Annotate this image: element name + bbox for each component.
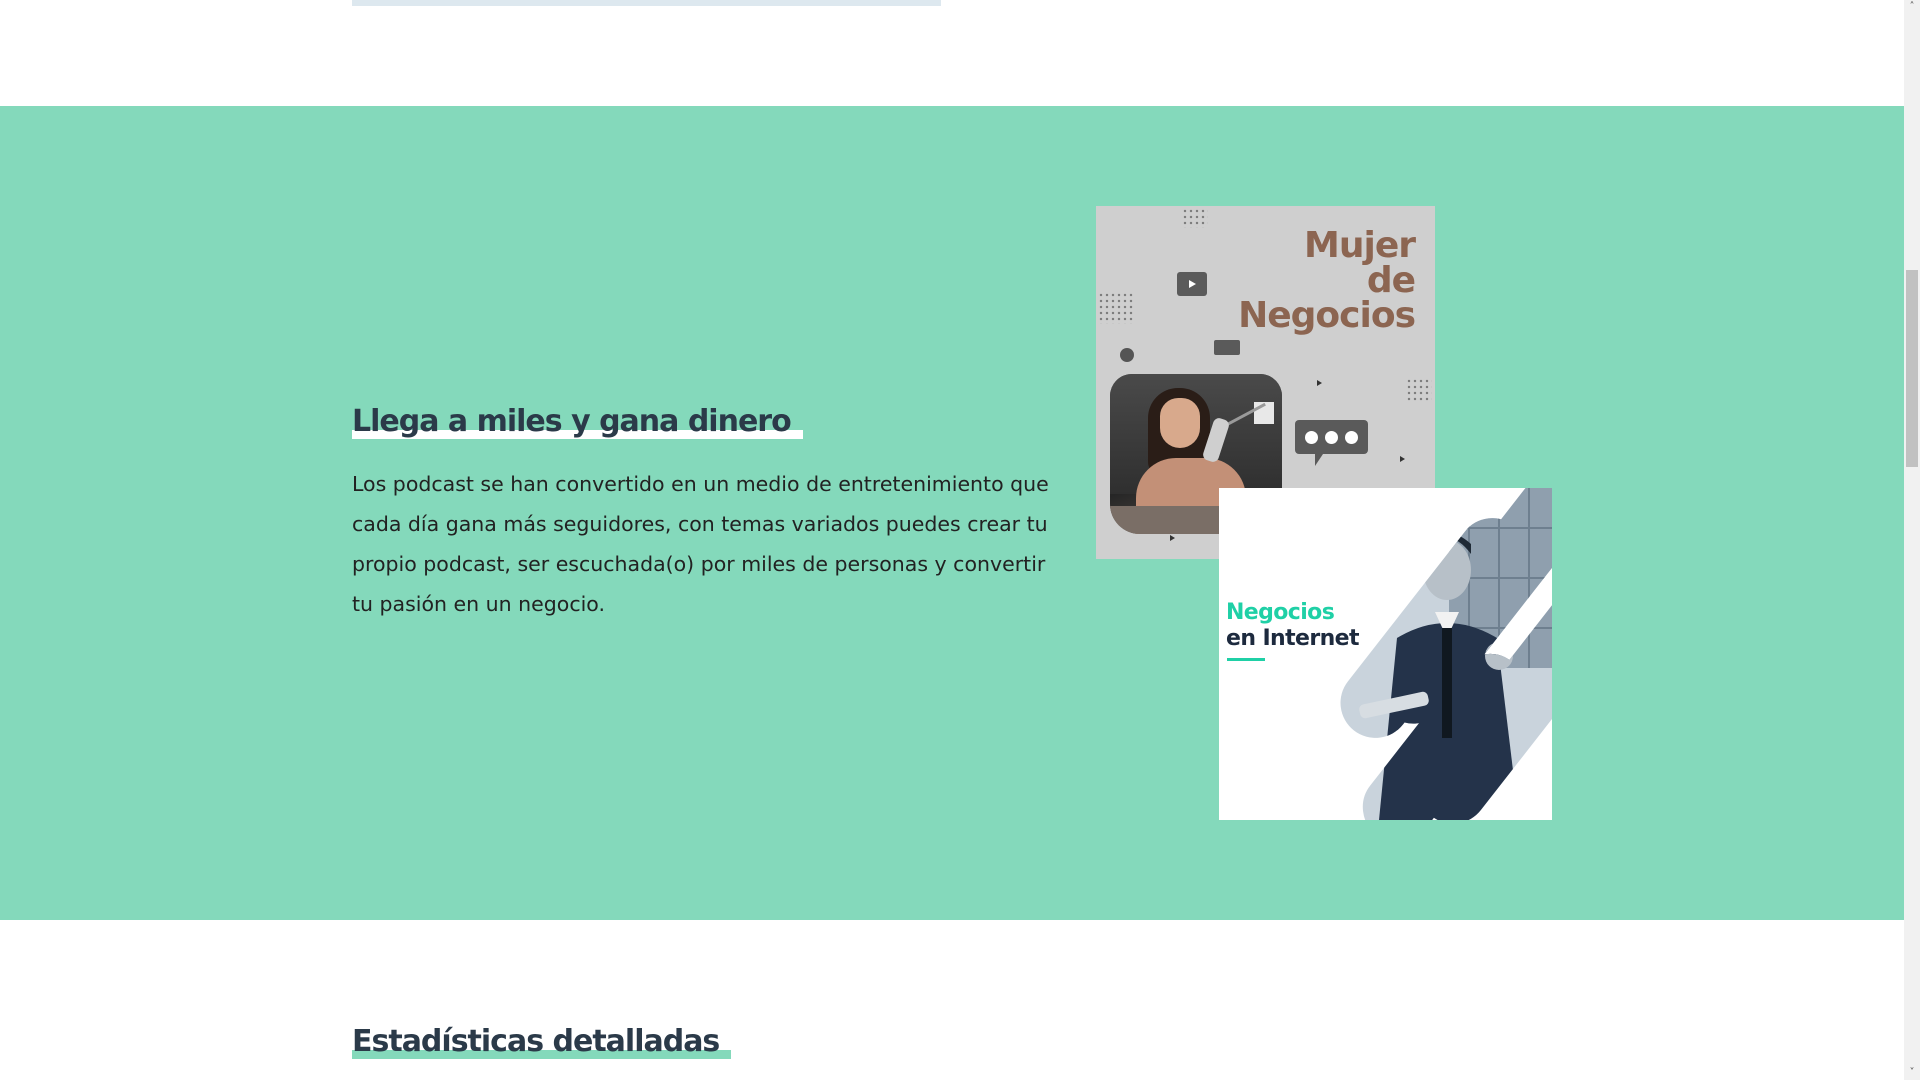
- stats-heading: Estadísticas detalladas: [352, 1024, 732, 1059]
- card-one-title-line: Mujer: [1304, 225, 1416, 266]
- circle-dot-icon: [1120, 348, 1134, 362]
- businessman-photo: [1339, 488, 1552, 820]
- dotted-pattern-icon: [1182, 208, 1208, 228]
- scrollbar-thumb[interactable]: [1906, 270, 1918, 467]
- promo-heading: Llega a miles y gana dinero: [352, 404, 803, 439]
- card-two-underline: [1227, 658, 1265, 661]
- stats-heading-wrapper: Estadísticas detalladas: [352, 1024, 732, 1059]
- triangle-icon: [1400, 456, 1405, 462]
- card-two-title-line2: en Internet: [1226, 626, 1359, 651]
- card-one-title: Mujer de Negocios: [1238, 225, 1416, 336]
- promo-heading-wrapper: Llega a miles y gana dinero: [352, 404, 803, 439]
- triangle-icon: [1170, 535, 1175, 541]
- small-chat-icon: [1214, 340, 1240, 355]
- chat-bubble-icon: [1295, 420, 1368, 466]
- card-one-title-line: de: [1366, 260, 1416, 301]
- dotted-pattern-icon: [1406, 378, 1432, 402]
- previous-section-bar: [352, 0, 941, 6]
- play-icon: [1177, 272, 1207, 296]
- page-viewport: Llega a miles y gana dinero Los podcast …: [0, 0, 1904, 1080]
- card-two-title: Negocios en Internet: [1226, 600, 1359, 652]
- scroll-down-arrow-icon[interactable]: ˅: [1904, 1066, 1920, 1080]
- card-one-title-line: Negocios: [1238, 295, 1416, 336]
- scroll-up-arrow-icon[interactable]: ˄: [1904, 0, 1920, 14]
- card-two-title-line1: Negocios: [1226, 600, 1335, 625]
- triangle-icon: [1317, 380, 1322, 386]
- promo-paragraph: Los podcast se han convertido en un medi…: [352, 472, 1049, 616]
- dotted-pattern-icon: [1098, 292, 1134, 324]
- negocios-en-internet-image: Negocios en Internet: [1219, 488, 1552, 820]
- vertical-scrollbar[interactable]: ˄ ˅: [1904, 0, 1920, 1080]
